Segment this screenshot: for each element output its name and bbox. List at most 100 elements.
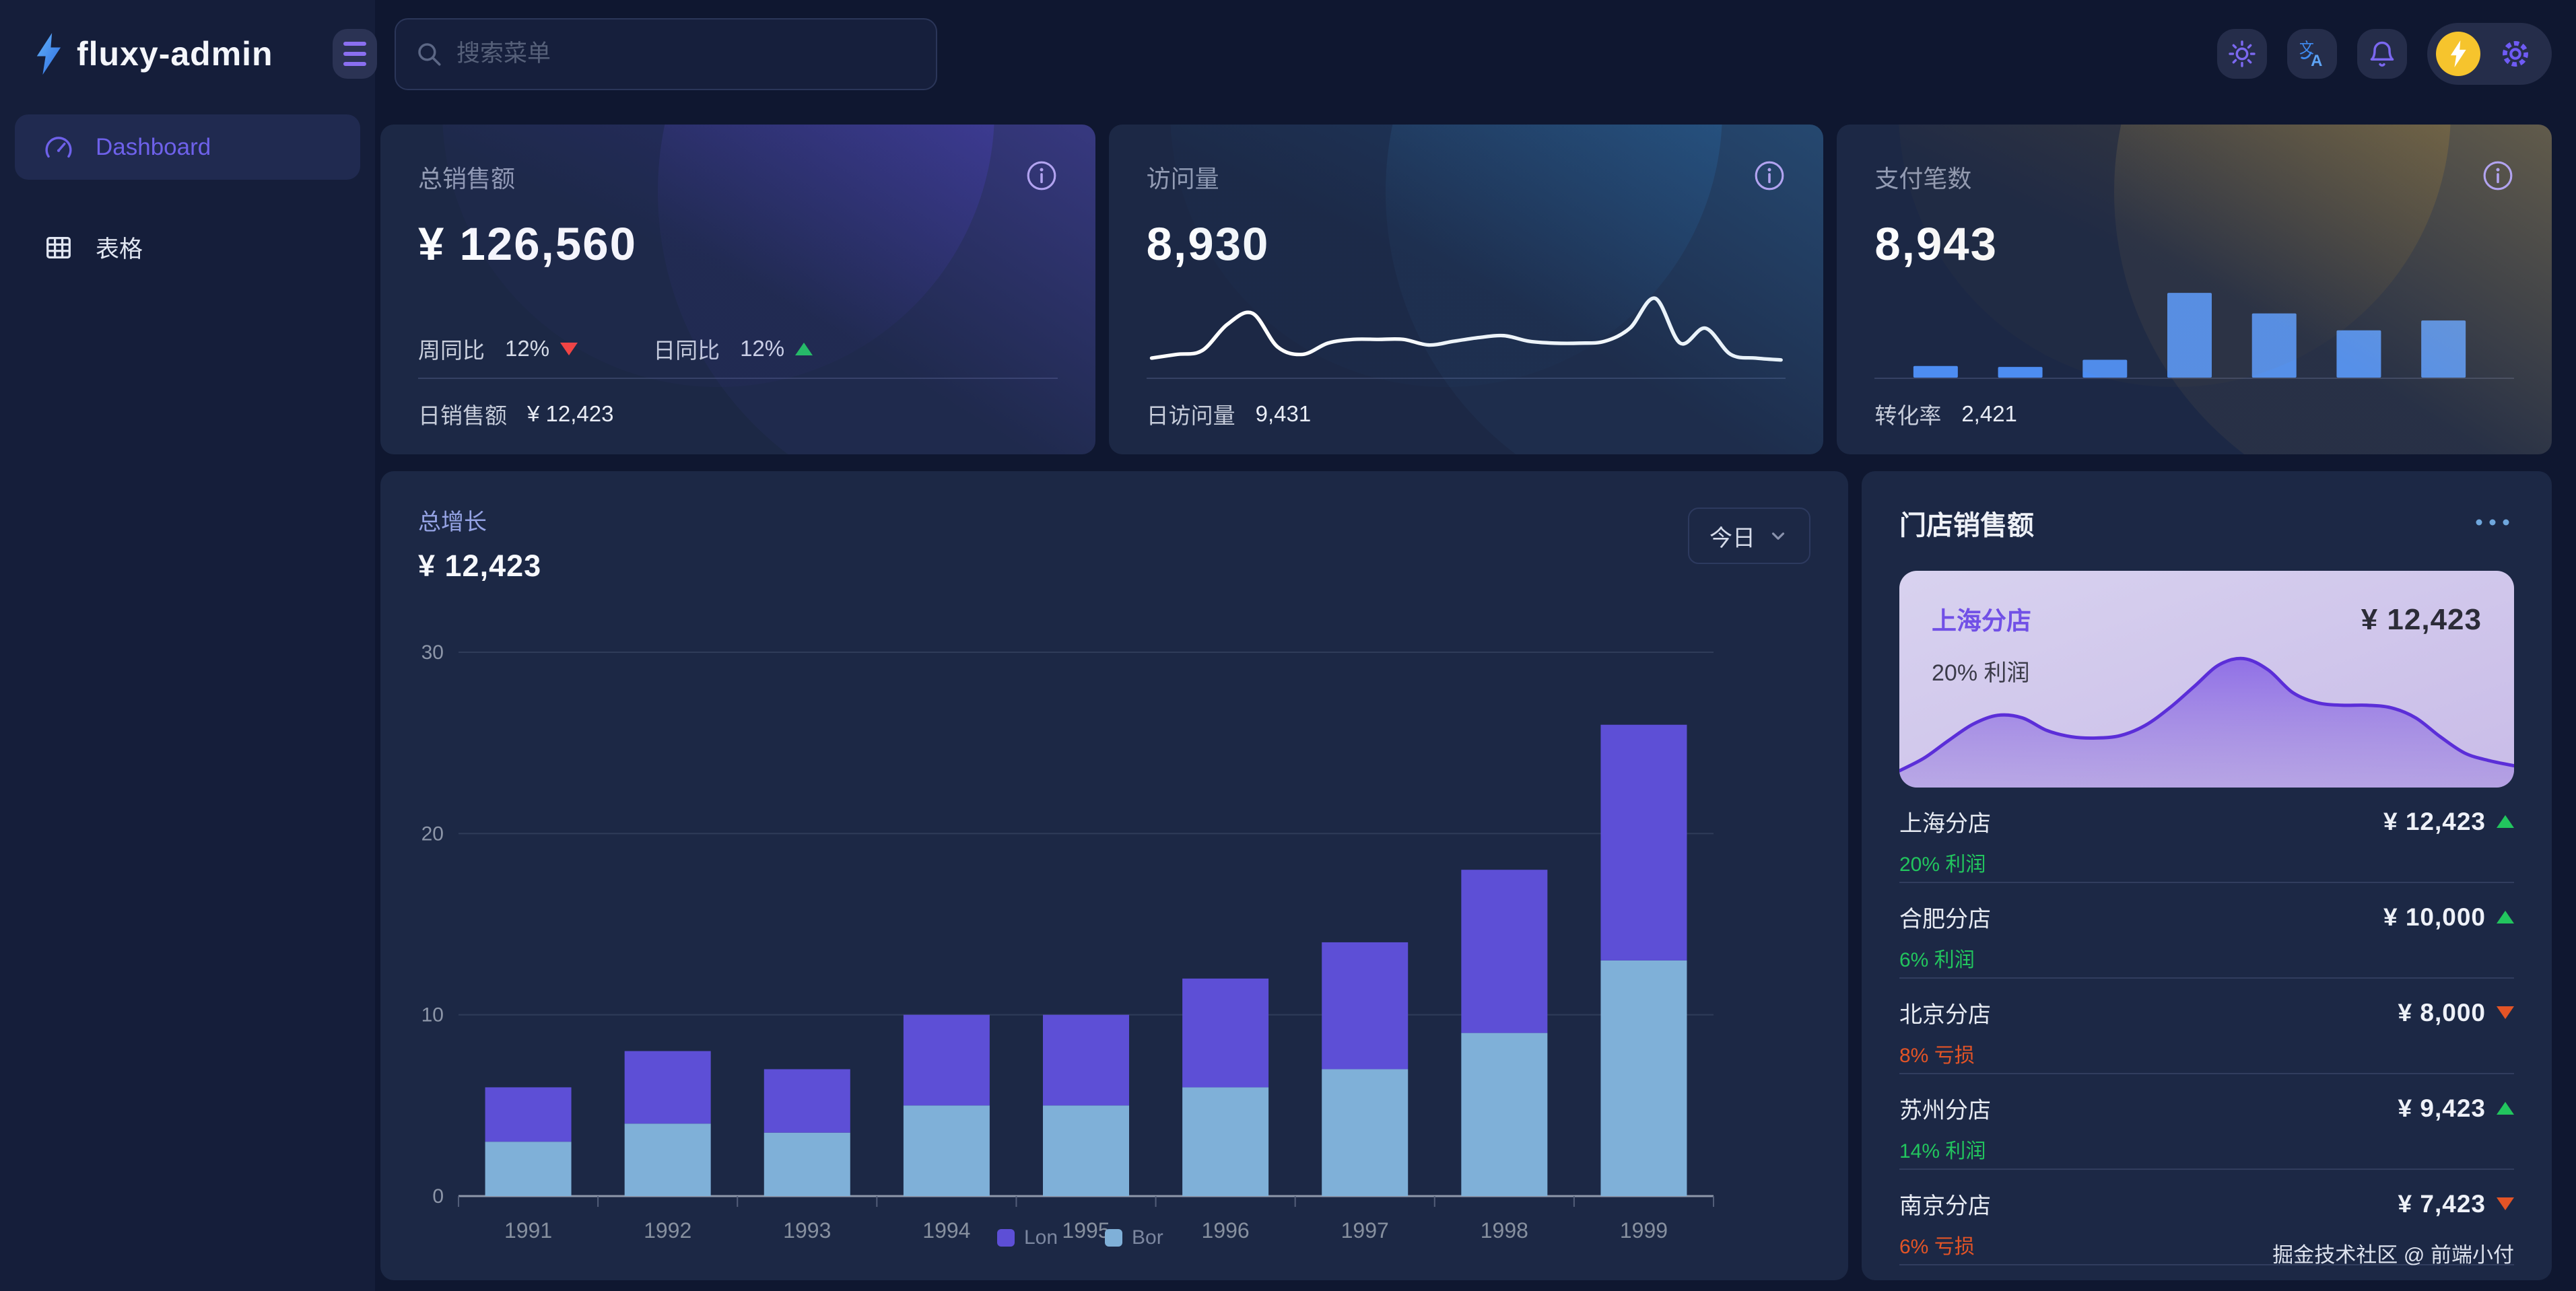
theme-toggle-button[interactable] (2217, 29, 2267, 79)
store-name: 苏州分店 (1899, 1092, 1991, 1125)
store-change: 20% 利润 (1899, 847, 2514, 877)
stat-footer-value: ¥ 12,423 (527, 401, 613, 427)
stat-bottom: 转化率 2,421 (1874, 378, 2514, 430)
svg-text:30: 30 (421, 641, 444, 664)
store-card-title: 门店销售额 (1899, 503, 2034, 543)
ellipsis-icon (2471, 516, 2514, 529)
stat-title: 访问量 (1147, 160, 1786, 195)
payments-minibar-chart (1893, 288, 2486, 378)
topbar-actions: 文 A (2217, 23, 2552, 85)
trend-arrow-icon (2497, 1102, 2514, 1115)
search-input[interactable] (456, 40, 917, 67)
store-row[interactable]: 上海分店 ¥ 12,423 20% 利润 (1899, 788, 2514, 883)
store-name: 南京分店 (1899, 1187, 1991, 1220)
growth-stacked-bar-chart: 0102030199119921993199419951996199719981… (418, 606, 1810, 1252)
store-change: 6% 利润 (1899, 943, 2514, 973)
svg-text:1993: 1993 (783, 1218, 831, 1243)
stat-card-sales: 总销售额 ¥ 126,560 周同比12% 日同比12% (380, 125, 1095, 454)
svg-text:1992: 1992 (644, 1218, 691, 1243)
dashboard-content: 总销售额 ¥ 126,560 周同比12% 日同比12% (380, 108, 2552, 1280)
store-row[interactable]: 合肥分店 ¥ 10,000 6% 利润 (1899, 883, 2514, 979)
logo-text: fluxy-admin (77, 34, 273, 73)
svg-text:10: 10 (421, 1004, 444, 1026)
logo[interactable]: fluxy-admin (15, 0, 360, 108)
store-name: 上海分店 (1899, 805, 1991, 838)
language-button[interactable]: 文 A (2287, 29, 2337, 79)
sidebar-menu: Dashboard 表格 (15, 114, 360, 280)
sidebar: fluxy-admin Dashboard 表格 (0, 0, 375, 1291)
trend-arrow-icon (2497, 1006, 2514, 1019)
svg-text:Bor: Bor (1132, 1226, 1163, 1249)
svg-text:1991: 1991 (504, 1218, 552, 1243)
info-icon[interactable] (1753, 160, 1786, 192)
svg-text:1994: 1994 (922, 1218, 970, 1243)
feature-store-value: ¥ 12,423 (2361, 603, 2482, 637)
topbar: 文 A (380, 0, 2552, 108)
notifications-button[interactable] (2357, 29, 2407, 79)
sidebar-item-label: Dashboard (96, 134, 211, 161)
lightning-icon (2449, 40, 2468, 67)
svg-text:1998: 1998 (1481, 1218, 1528, 1243)
menu-toggle-button[interactable] (333, 29, 377, 79)
avatar[interactable] (2436, 32, 2480, 76)
sun-icon (2227, 39, 2257, 69)
store-name: 合肥分店 (1899, 901, 1991, 934)
user-menu[interactable] (2427, 23, 2552, 85)
chevron-down-icon (1767, 525, 1789, 547)
store-value: ¥ 10,000 (2383, 903, 2486, 932)
stat-value: ¥ 126,560 (418, 217, 1058, 271)
info-icon[interactable] (2482, 160, 2514, 192)
bell-icon (2367, 39, 2397, 69)
svg-text:1995: 1995 (1062, 1218, 1110, 1243)
bottom-row: 总增长 ¥ 12,423 今日 010203019911992199319941… (380, 471, 2552, 1280)
stat-card-payments: 支付笔数 8,943 转化率 2,421 (1837, 125, 2552, 454)
stat-value: 8,930 (1147, 217, 1786, 271)
gauge-icon (43, 132, 74, 163)
stat-value: 8,943 (1874, 217, 2514, 271)
range-select[interactable]: 今日 (1688, 508, 1810, 564)
store-feature-card[interactable]: 上海分店 ¥ 12,423 20% 利润 (1899, 571, 2514, 788)
more-button[interactable] (2471, 516, 2514, 531)
week-trend: 周同比12% (418, 333, 578, 365)
trend-arrow-icon (560, 343, 578, 355)
translate-icon: 文 A (2297, 38, 2328, 69)
visits-sparkline-chart (1147, 283, 1786, 378)
search-box[interactable] (395, 18, 937, 90)
store-card-header: 门店销售额 (1899, 502, 2514, 544)
stat-title: 支付笔数 (1874, 160, 2514, 195)
main-area: 文 A (375, 0, 2576, 1291)
store-value: ¥ 8,000 (2398, 999, 2486, 1027)
stat-title: 总销售额 (418, 160, 1058, 195)
stat-footer-label: 日销售额 (418, 398, 507, 430)
trend-row: 周同比12% 日同比12% (418, 333, 1058, 365)
store-change: 14% 利润 (1899, 1134, 2514, 1164)
trend-arrow-icon (2497, 1197, 2514, 1210)
sidebar-item-table[interactable]: 表格 (15, 215, 360, 280)
logo-bolt-icon (34, 33, 63, 75)
credit-text: 掘金技术社区 @ 前端小付 (2272, 1238, 2514, 1268)
trend-arrow-icon (795, 343, 813, 355)
stat-bottom: 日销售额 ¥ 12,423 (418, 378, 1058, 430)
sidebar-item-dashboard[interactable]: Dashboard (15, 114, 360, 180)
svg-text:Lon: Lon (1024, 1226, 1058, 1249)
stat-footer-value: 9,431 (1256, 401, 1312, 427)
info-icon[interactable] (1025, 160, 1058, 192)
store-value: ¥ 12,423 (2383, 808, 2486, 836)
growth-value: ¥ 12,423 (418, 549, 1810, 584)
trend-arrow-icon (2497, 911, 2514, 923)
svg-text:0: 0 (432, 1185, 444, 1208)
store-row[interactable]: 苏州分店 ¥ 9,423 14% 利润 (1899, 1074, 2514, 1170)
stat-bottom: 日访问量 9,431 (1147, 378, 1786, 430)
stat-footer-value: 2,421 (1961, 401, 2017, 427)
svg-text:A: A (2311, 52, 2322, 69)
stats-row: 总销售额 ¥ 126,560 周同比12% 日同比12% (380, 125, 2552, 454)
stat-footer-label: 日访问量 (1147, 398, 1235, 430)
store-row[interactable]: 北京分店 ¥ 8,000 8% 亏损 (1899, 979, 2514, 1074)
search-icon (415, 40, 443, 68)
gear-icon[interactable] (2498, 36, 2533, 71)
trend-arrow-icon (2497, 815, 2514, 828)
store-name: 北京分店 (1899, 996, 1991, 1029)
growth-chart-card: 总增长 ¥ 12,423 今日 010203019911992199319941… (380, 471, 1848, 1280)
store-change: 8% 亏损 (1899, 1039, 2514, 1068)
growth-title: 总增长 (418, 503, 1810, 536)
